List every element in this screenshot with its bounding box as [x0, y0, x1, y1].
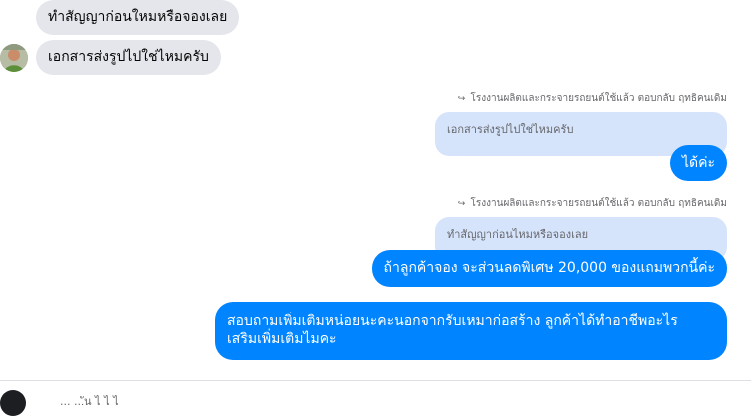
- outgoing-message-bubble[interactable]: ได้ค่ะ: [669, 145, 727, 181]
- reply-meta-text: โรงงานผลิตและกระจายรถยนต์ใช้แล้ว ตอบกลับ…: [470, 198, 727, 209]
- reply-meta-text: โรงงานผลิตและกระจายรถยนต์ใช้แล้ว ตอบกลับ…: [470, 93, 727, 104]
- outgoing-message-bubble[interactable]: สอบถามเพิ่มเติมหน่อยนะคะนอกจากรับเหมาก่อ…: [215, 302, 727, 360]
- message-text: เอกสารส่งรูปไปใช่ไหมครับ: [48, 49, 209, 65]
- reply-meta: ↪ โรงงานผลิตและกระจายรถยนต์ใช้แล้ว ตอบกล…: [458, 196, 727, 211]
- reply-arrow-icon: ↪: [457, 94, 466, 104]
- quoted-text: ทำสัญญาก่อนไหมหรือจองเลย: [447, 228, 589, 241]
- reply-arrow-icon: ↪: [457, 199, 466, 209]
- composer-divider: [0, 380, 751, 381]
- message-text: ทำสัญญาก่อนใหมหรือจองเลย: [48, 9, 228, 25]
- avatar-image-icon: [0, 44, 28, 72]
- quoted-text: เอกสารส่งรูปไปใช่ไหมครับ: [447, 123, 574, 136]
- message-text-line: เสริมเพิ่มเติมไมคะ: [227, 331, 337, 347]
- message-text: ได้ค่ะ: [681, 155, 715, 171]
- incoming-message-bubble[interactable]: เอกสารส่งรูปไปใช่ไหมครับ: [36, 40, 221, 75]
- message-text-line: สอบถามเพิ่มเติมหน่อยนะคะนอกจากรับเหมาก่อ…: [227, 313, 678, 329]
- footer-text: ... ...ัน ไ ไ ไ: [60, 395, 119, 408]
- reply-meta: ↪ โรงงานผลิตและกระจายรถยนต์ใช้แล้ว ตอบกล…: [458, 91, 727, 106]
- incoming-message-bubble[interactable]: ทำสัญญาก่อนใหมหรือจองเลย: [36, 0, 240, 35]
- sender-avatar[interactable]: [0, 44, 28, 72]
- message-text: ถ้าลูกค้าจอง จะส่วนลดพิเศษ 20,000 ของแถม…: [383, 260, 715, 276]
- composer-avatar[interactable]: [0, 390, 26, 416]
- outgoing-message-bubble[interactable]: ถ้าลูกค้าจอง จะส่วนลดพิเศษ 20,000 ของแถม…: [371, 250, 727, 287]
